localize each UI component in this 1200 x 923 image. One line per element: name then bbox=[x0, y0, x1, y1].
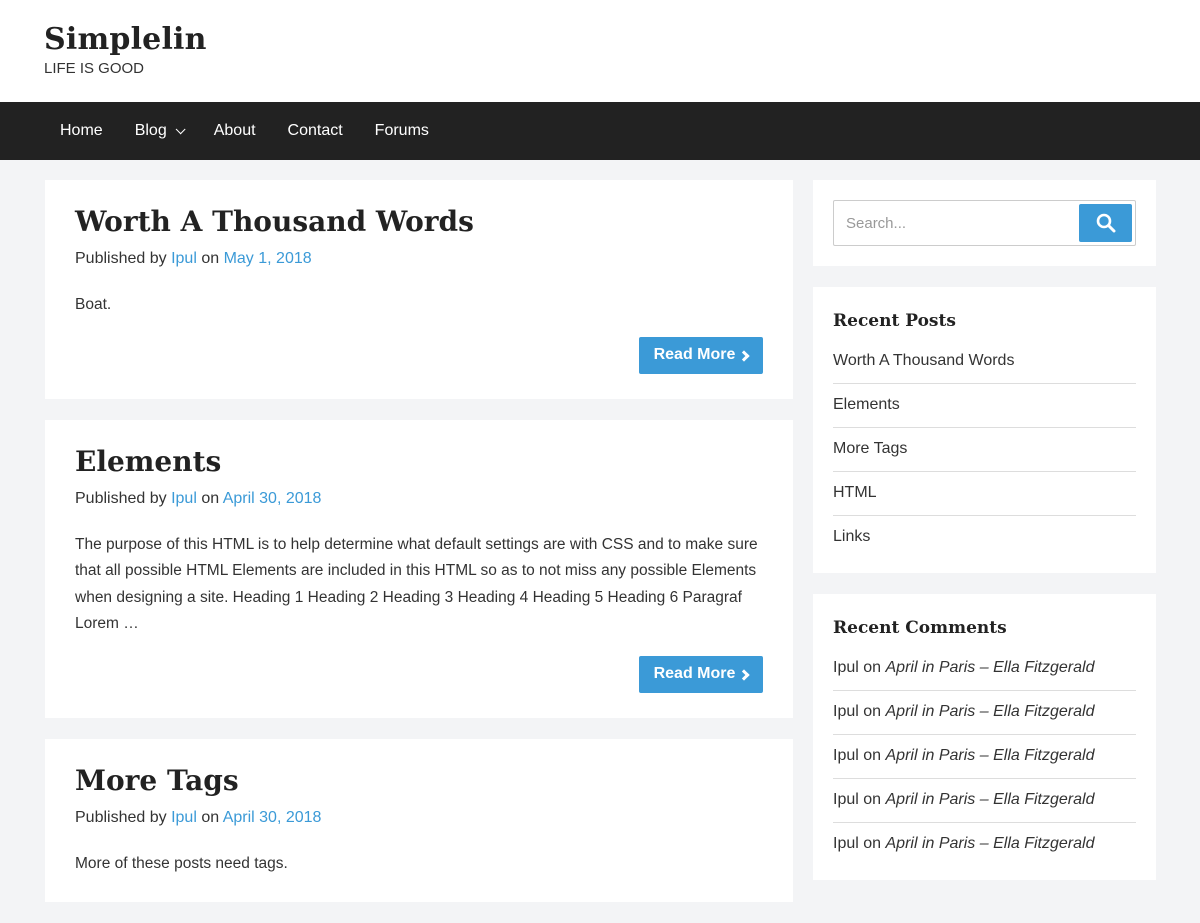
meta-on: on bbox=[201, 489, 220, 507]
meta-on: on bbox=[201, 250, 220, 267]
comment-on: on bbox=[863, 747, 882, 764]
sidebar: Recent Posts Worth A Thousand Words Elem… bbox=[813, 180, 1156, 901]
recent-comment-item: Ipul on April in Paris – Ella Fitzgerald bbox=[833, 691, 1136, 735]
recent-posts-list: Worth A Thousand Words Elements More Tag… bbox=[833, 340, 1136, 553]
recent-post-link[interactable]: Elements bbox=[833, 384, 1136, 428]
meta-prefix: Published by bbox=[75, 808, 167, 826]
search-icon bbox=[1096, 213, 1115, 233]
nav-item-forums[interactable]: Forums bbox=[359, 122, 445, 140]
comment-author[interactable]: Ipul bbox=[833, 835, 859, 852]
date-link[interactable]: April 30, 2018 bbox=[223, 490, 322, 507]
widget-title: Recent Posts bbox=[833, 311, 956, 331]
post-excerpt: More of these posts need tags. bbox=[75, 854, 288, 872]
comment-author[interactable]: Ipul bbox=[833, 659, 859, 676]
recent-comment-item: Ipul on April in Paris – Ella Fitzgerald bbox=[833, 779, 1136, 823]
nav-item-label: About bbox=[213, 122, 256, 139]
post-excerpt: The purpose of this HTML is to help dete… bbox=[75, 535, 758, 633]
post-title[interactable]: Worth A Thousand Words bbox=[75, 202, 763, 242]
post-footer: Read More bbox=[75, 655, 763, 693]
post-meta: Published by Ipul on May 1, 2018 bbox=[75, 248, 763, 270]
post-title[interactable]: Elements bbox=[75, 442, 763, 482]
author-link[interactable]: Ipul bbox=[171, 809, 197, 826]
post-meta: Published by Ipul on April 30, 2018 bbox=[75, 488, 763, 510]
nav-item-about[interactable]: About bbox=[198, 122, 272, 140]
comment-post-link[interactable]: April in Paris – Ella Fitzgerald bbox=[886, 791, 1095, 808]
author-link[interactable]: Ipul bbox=[171, 250, 197, 267]
date-link[interactable]: May 1, 2018 bbox=[224, 250, 312, 267]
site-header: Simplelin LIFE IS GOOD bbox=[0, 0, 1200, 102]
recent-comments-widget: Recent Comments Ipul on April in Paris –… bbox=[813, 594, 1156, 880]
widget-title: Recent Comments bbox=[833, 618, 1007, 638]
chevron-right-icon bbox=[738, 349, 751, 362]
recent-post-link[interactable]: Links bbox=[833, 516, 1136, 553]
read-more-button[interactable]: Read More bbox=[639, 336, 763, 374]
post-card: More Tags Published by Ipul on April 30,… bbox=[45, 738, 793, 902]
comment-post-link[interactable]: April in Paris – Ella Fitzgerald bbox=[886, 747, 1095, 764]
post-list: Worth A Thousand Words Published by Ipul… bbox=[45, 180, 793, 923]
comment-post-link[interactable]: April in Paris – Ella Fitzgerald bbox=[886, 659, 1095, 676]
recent-post-link[interactable]: Worth A Thousand Words bbox=[833, 340, 1136, 384]
nav-item-contact[interactable]: Contact bbox=[272, 122, 359, 140]
read-more-label: Read More bbox=[653, 346, 736, 363]
comment-on: on bbox=[863, 791, 882, 808]
search-widget bbox=[813, 180, 1156, 266]
recent-comment-item: Ipul on April in Paris – Ella Fitzgerald bbox=[833, 735, 1136, 779]
search-input[interactable] bbox=[837, 214, 1079, 232]
read-more-label: Read More bbox=[653, 665, 736, 682]
author-link[interactable]: Ipul bbox=[171, 490, 197, 507]
read-more-button[interactable]: Read More bbox=[639, 655, 763, 693]
meta-prefix: Published by bbox=[75, 489, 167, 507]
post-footer: Read More bbox=[75, 336, 763, 374]
nav-item-label: Blog bbox=[134, 122, 167, 139]
comment-author[interactable]: Ipul bbox=[833, 791, 859, 808]
post-meta: Published by Ipul on April 30, 2018 bbox=[75, 807, 763, 829]
recent-comment-item: Ipul on April in Paris – Ella Fitzgerald bbox=[833, 647, 1136, 691]
post-card: Elements Published by Ipul on April 30, … bbox=[45, 419, 793, 718]
nav-item-home[interactable]: Home bbox=[44, 122, 119, 140]
comment-post-link[interactable]: April in Paris – Ella Fitzgerald bbox=[886, 835, 1095, 852]
chevron-right-icon bbox=[738, 668, 751, 681]
search-button[interactable] bbox=[1079, 204, 1132, 242]
nav-item-label: Home bbox=[60, 122, 103, 139]
post-excerpt: Boat. bbox=[75, 296, 112, 313]
nav-item-blog[interactable]: Blog bbox=[119, 122, 198, 140]
recent-comments-list: Ipul on April in Paris – Ella Fitzgerald… bbox=[833, 647, 1136, 860]
chevron-down-icon bbox=[175, 123, 186, 134]
recent-post-link[interactable]: More Tags bbox=[833, 428, 1136, 472]
comment-author[interactable]: Ipul bbox=[833, 703, 859, 720]
recent-comment-item: Ipul on April in Paris – Ella Fitzgerald bbox=[833, 823, 1136, 860]
meta-prefix: Published by bbox=[75, 250, 167, 267]
post-title[interactable]: More Tags bbox=[75, 761, 763, 801]
recent-posts-widget: Recent Posts Worth A Thousand Words Elem… bbox=[813, 287, 1156, 573]
nav-item-label: Contact bbox=[287, 122, 343, 139]
comment-on: on bbox=[863, 659, 882, 676]
comment-author[interactable]: Ipul bbox=[833, 747, 859, 764]
comment-on: on bbox=[863, 835, 882, 852]
site-title[interactable]: Simplelin bbox=[44, 22, 1200, 58]
main-nav: Home Blog About Contact Forums bbox=[0, 102, 1200, 160]
comment-post-link[interactable]: April in Paris – Ella Fitzgerald bbox=[886, 703, 1095, 720]
nav-item-label: Forums bbox=[374, 122, 429, 139]
recent-post-link[interactable]: HTML bbox=[833, 472, 1136, 516]
comment-on: on bbox=[863, 703, 882, 720]
post-card: Worth A Thousand Words Published by Ipul… bbox=[45, 180, 793, 399]
date-link[interactable]: April 30, 2018 bbox=[223, 809, 322, 826]
site-tagline: LIFE IS GOOD bbox=[44, 60, 145, 77]
meta-on: on bbox=[201, 808, 220, 826]
search-box bbox=[833, 200, 1136, 246]
